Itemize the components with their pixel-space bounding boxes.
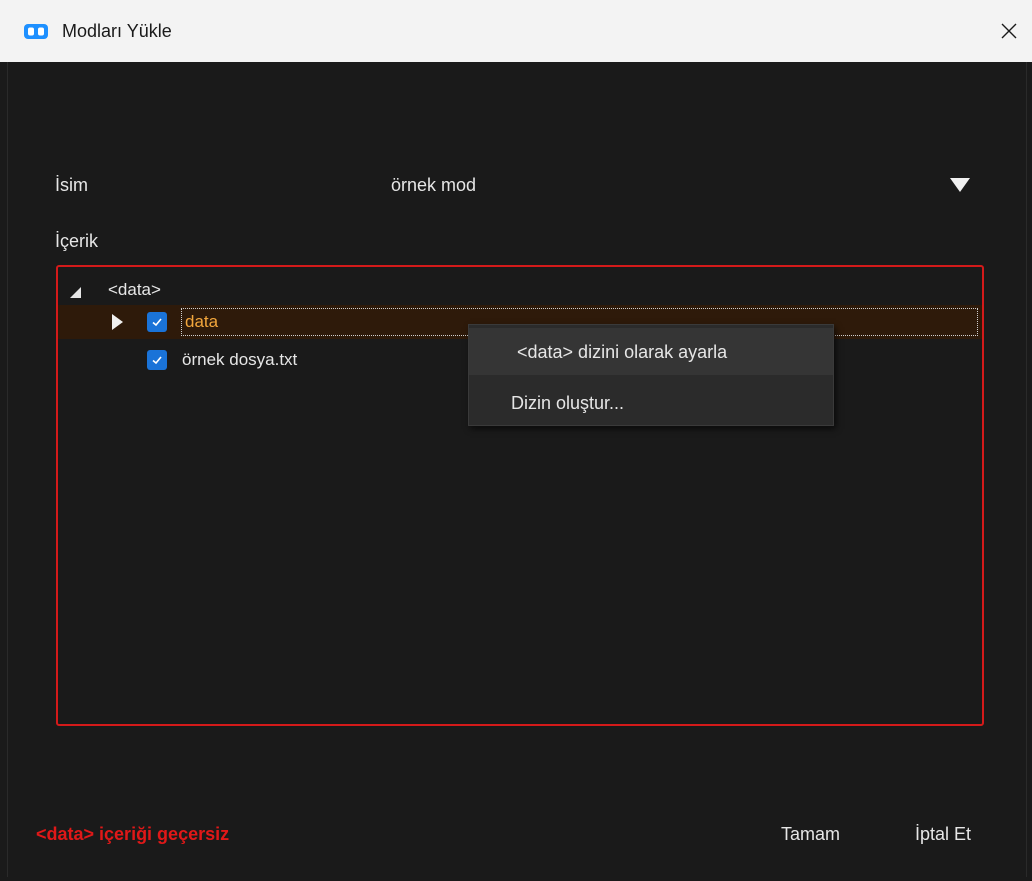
tree-root-label: <data> (108, 280, 161, 299)
expander-closed-icon[interactable] (112, 314, 123, 330)
content-label: İçerik (55, 231, 99, 251)
chevron-down-icon[interactable] (950, 178, 970, 192)
name-dropdown-value[interactable]: örnek mod (391, 175, 476, 196)
menu-item-label: <data> dizini olarak ayarla (517, 342, 728, 362)
name-label: İsim (55, 175, 88, 195)
tree-item-label: data (185, 312, 219, 331)
mod-loader-icon (24, 24, 48, 39)
menu-item-create-dir[interactable]: Dizin oluştur... (469, 381, 833, 428)
tree-item-label: örnek dosya.txt (182, 350, 298, 369)
cancel-button[interactable]: İptal Et (915, 824, 971, 845)
menu-item-label: Dizin oluştur... (511, 393, 625, 413)
checkbox-icon[interactable] (147, 312, 167, 332)
close-icon (1001, 23, 1017, 39)
context-menu: <data> dizini olarak ayarla Dizin oluştu… (468, 324, 834, 426)
close-button[interactable] (986, 0, 1032, 62)
expander-open-icon[interactable] (70, 287, 81, 298)
window-title: Modları Yükle (62, 21, 172, 41)
title-bar: Modları Yükle (0, 0, 1032, 62)
error-message: <data> içeriği geçersiz (36, 824, 230, 844)
tree-root-row[interactable]: <data> (58, 275, 982, 309)
menu-item-set-data-dir[interactable]: <data> dizini olarak ayarla (469, 328, 833, 375)
ok-button[interactable]: Tamam (781, 824, 840, 845)
checkbox-icon[interactable] (147, 350, 167, 370)
